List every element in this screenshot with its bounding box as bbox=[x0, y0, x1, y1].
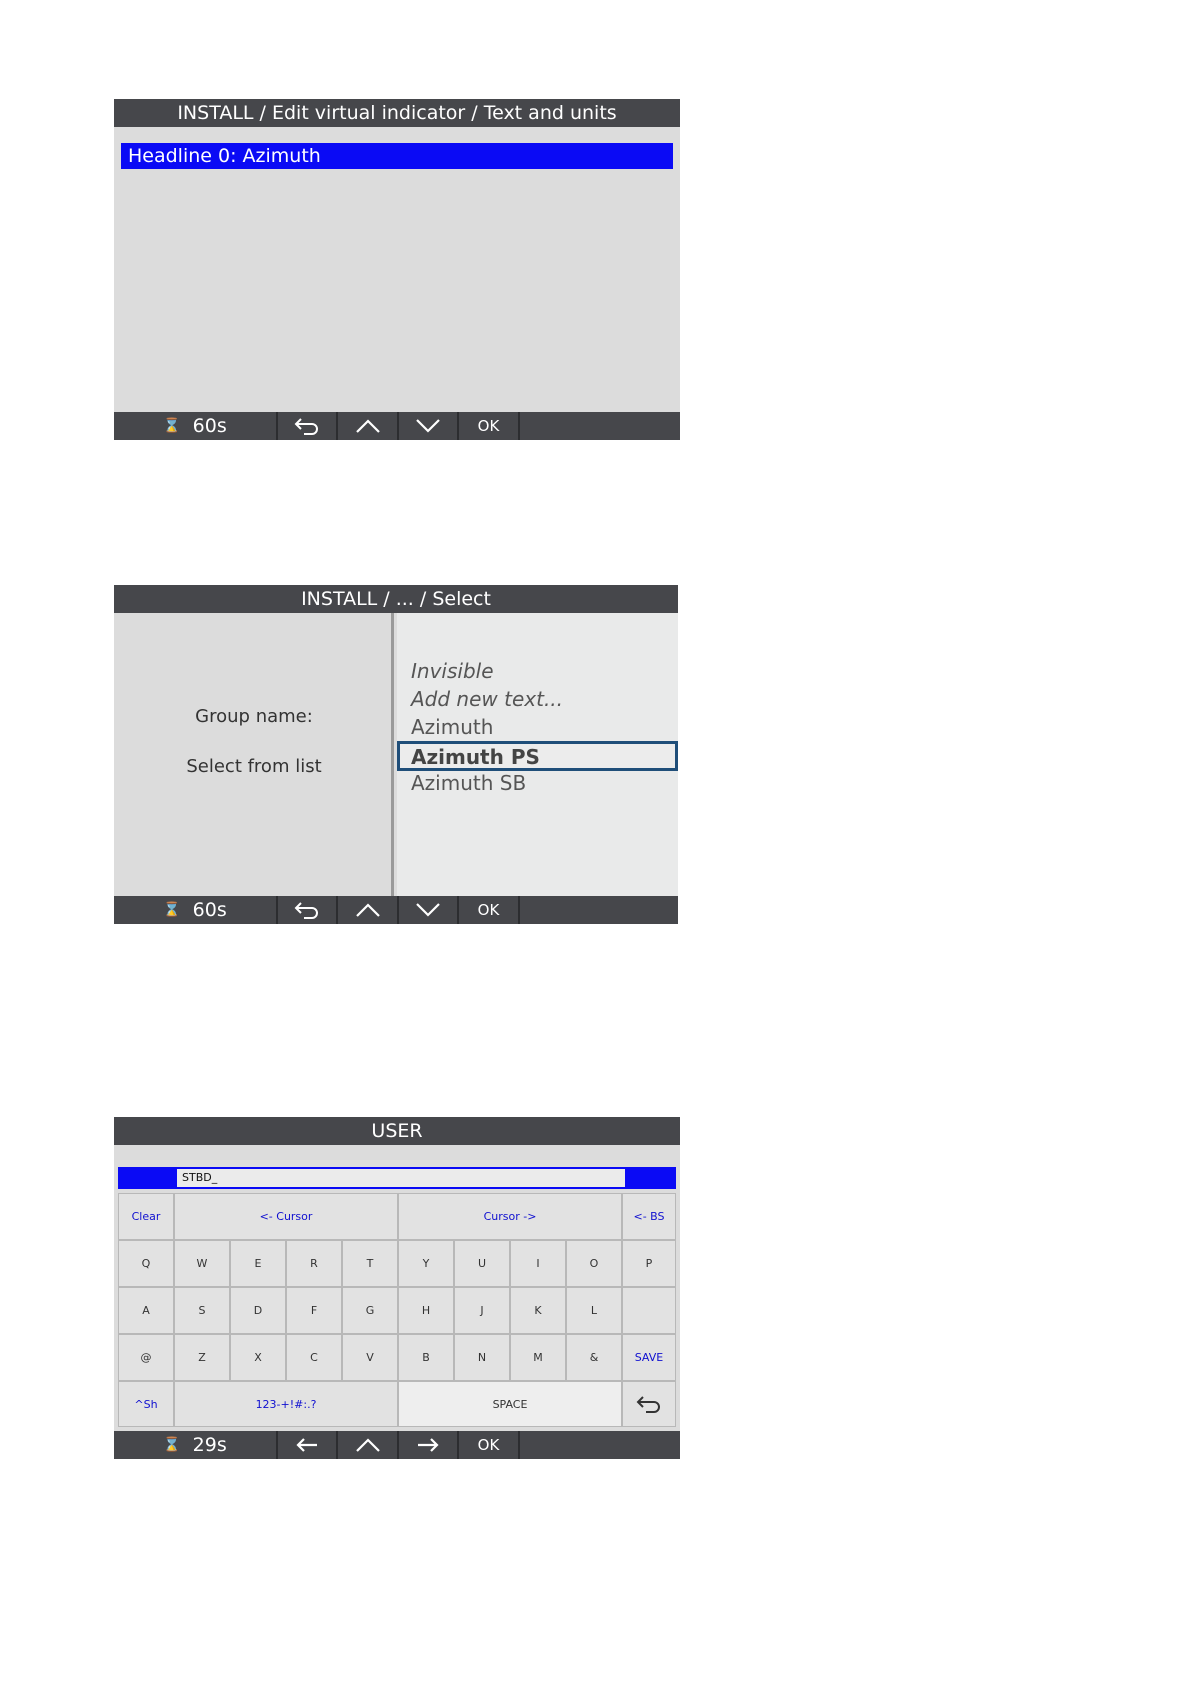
info-pane: Group name: Select from list bbox=[114, 613, 394, 896]
on-screen-keyboard: Clear <- Cursor Cursor -> <- BS Q W E R … bbox=[118, 1193, 676, 1427]
cursor-left-key[interactable]: <- Cursor bbox=[174, 1193, 398, 1240]
list-item[interactable]: Invisible bbox=[411, 659, 494, 683]
text-input[interactable]: STBD_ bbox=[177, 1169, 625, 1187]
timer: ⌛ 60s bbox=[114, 896, 278, 924]
left-button[interactable] bbox=[278, 1431, 338, 1459]
return-icon bbox=[294, 902, 318, 919]
key-at[interactable]: @ bbox=[118, 1334, 174, 1381]
title-bar: USER bbox=[114, 1117, 680, 1145]
return-icon bbox=[636, 1396, 660, 1413]
list-item[interactable]: Azimuth bbox=[411, 715, 493, 739]
instruction-label: Select from list bbox=[186, 756, 322, 777]
clear-key[interactable]: Clear bbox=[118, 1193, 174, 1240]
ok-button[interactable]: OK bbox=[459, 412, 520, 440]
down-button[interactable] bbox=[399, 412, 459, 440]
key-d[interactable]: D bbox=[230, 1287, 286, 1334]
list-item[interactable]: Azimuth SB bbox=[411, 771, 526, 795]
hourglass-icon: ⌛ bbox=[163, 1437, 181, 1453]
key-i[interactable]: I bbox=[510, 1240, 566, 1287]
key-x[interactable]: X bbox=[230, 1334, 286, 1381]
key-u[interactable]: U bbox=[454, 1240, 510, 1287]
space-key[interactable]: SPACE bbox=[398, 1381, 622, 1427]
ok-label: OK bbox=[477, 901, 500, 919]
return-icon bbox=[294, 418, 318, 435]
key-m[interactable]: M bbox=[510, 1334, 566, 1381]
shift-key[interactable]: ^Sh bbox=[118, 1381, 174, 1427]
key-h[interactable]: H bbox=[398, 1287, 454, 1334]
key-f[interactable]: F bbox=[286, 1287, 342, 1334]
key-g[interactable]: G bbox=[342, 1287, 398, 1334]
status-bar: ⌛ 60s OK bbox=[114, 896, 678, 924]
save-key[interactable]: SAVE bbox=[622, 1334, 676, 1381]
ok-button[interactable]: OK bbox=[459, 1431, 520, 1459]
ok-button[interactable]: OK bbox=[459, 896, 520, 924]
screen-user-keyboard: USER STBD_ Clear <- Cursor Cursor -> <- … bbox=[114, 1117, 680, 1459]
key-z[interactable]: Z bbox=[174, 1334, 230, 1381]
list-item-selected[interactable]: Headline 0: Azimuth bbox=[121, 143, 673, 169]
status-bar: ⌛ 29s OK bbox=[114, 1431, 680, 1459]
back-button[interactable] bbox=[278, 896, 338, 924]
cursor-right-key[interactable]: Cursor -> bbox=[398, 1193, 622, 1240]
blank-key bbox=[622, 1287, 676, 1334]
key-n[interactable]: N bbox=[454, 1334, 510, 1381]
status-bar: ⌛ 60s OK bbox=[114, 412, 680, 440]
selected-option-label: Azimuth PS bbox=[411, 745, 540, 769]
down-button[interactable] bbox=[399, 896, 459, 924]
up-button[interactable] bbox=[338, 896, 399, 924]
key-o[interactable]: O bbox=[566, 1240, 622, 1287]
backspace-key[interactable]: <- BS bbox=[622, 1193, 676, 1240]
key-ampersand[interactable]: & bbox=[566, 1334, 622, 1381]
key-a[interactable]: A bbox=[118, 1287, 174, 1334]
ok-label: OK bbox=[477, 417, 500, 435]
key-y[interactable]: Y bbox=[398, 1240, 454, 1287]
group-name-label: Group name: bbox=[195, 706, 313, 727]
key-q[interactable]: Q bbox=[118, 1240, 174, 1287]
list-item-selected[interactable]: Azimuth PS bbox=[397, 741, 678, 771]
return-key[interactable] bbox=[622, 1381, 676, 1427]
screen-select: INSTALL / ... / Select Group name: Selec… bbox=[114, 585, 678, 924]
key-b[interactable]: B bbox=[398, 1334, 454, 1381]
symbols-key[interactable]: 123-+!#:.? bbox=[174, 1381, 398, 1427]
timer: ⌛ 29s bbox=[114, 1431, 278, 1459]
key-w[interactable]: W bbox=[174, 1240, 230, 1287]
key-v[interactable]: V bbox=[342, 1334, 398, 1381]
down-chevron-icon bbox=[416, 419, 440, 433]
right-arrow-icon bbox=[418, 1438, 439, 1452]
up-button[interactable] bbox=[338, 1431, 399, 1459]
up-chevron-icon bbox=[355, 1438, 380, 1452]
hourglass-icon: ⌛ bbox=[163, 902, 181, 918]
timer: ⌛ 60s bbox=[114, 412, 278, 440]
up-chevron-icon bbox=[355, 419, 380, 433]
key-l[interactable]: L bbox=[566, 1287, 622, 1334]
timer-value: 60s bbox=[192, 415, 227, 437]
key-j[interactable]: J bbox=[454, 1287, 510, 1334]
text-input-bar: STBD_ bbox=[118, 1167, 676, 1189]
key-e[interactable]: E bbox=[230, 1240, 286, 1287]
screen-edit-virtual-indicator: INSTALL / Edit virtual indicator / Text … bbox=[114, 99, 680, 440]
up-chevron-icon bbox=[355, 903, 380, 917]
key-p[interactable]: P bbox=[622, 1240, 676, 1287]
left-arrow-icon bbox=[296, 1438, 317, 1452]
down-chevron-icon bbox=[416, 903, 440, 917]
timer-value: 29s bbox=[192, 1434, 227, 1456]
key-k[interactable]: K bbox=[510, 1287, 566, 1334]
key-r[interactable]: R bbox=[286, 1240, 342, 1287]
right-button[interactable] bbox=[399, 1431, 459, 1459]
back-button[interactable] bbox=[278, 412, 338, 440]
hourglass-icon: ⌛ bbox=[163, 418, 181, 434]
key-c[interactable]: C bbox=[286, 1334, 342, 1381]
title-bar: INSTALL / ... / Select bbox=[114, 585, 678, 613]
ok-label: OK bbox=[477, 1436, 500, 1454]
up-button[interactable] bbox=[338, 412, 399, 440]
list-item[interactable]: Add new text... bbox=[411, 687, 563, 711]
timer-value: 60s bbox=[192, 899, 227, 921]
key-s[interactable]: S bbox=[174, 1287, 230, 1334]
title-bar: INSTALL / Edit virtual indicator / Text … bbox=[114, 99, 680, 127]
options-list: Invisible Add new text... Azimuth Azimut… bbox=[397, 613, 678, 896]
key-t[interactable]: T bbox=[342, 1240, 398, 1287]
